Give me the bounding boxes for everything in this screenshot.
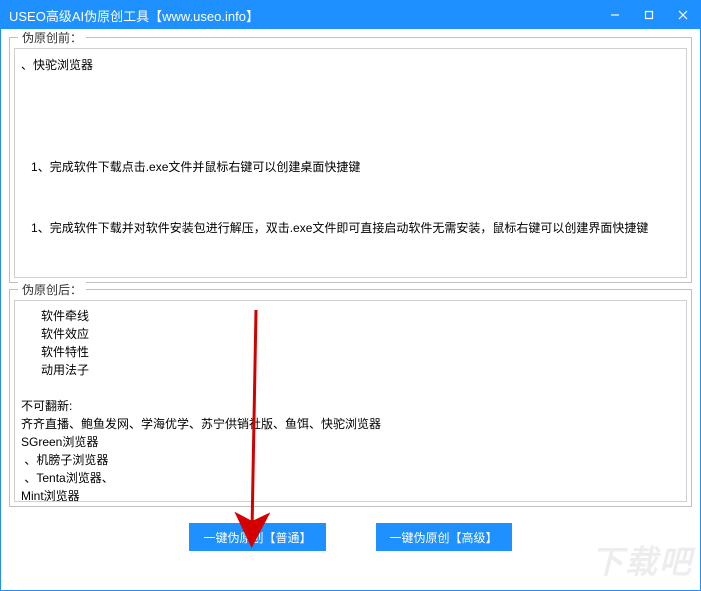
window-controls [598,1,700,29]
content-area: 伪原创前： 、快驼浏览器 1、完成软件下载点击.exe文件并鼠标右键可以创建桌面… [1,29,700,590]
close-button[interactable] [666,1,700,29]
window-title: USEO高级AI伪原创工具【www.useo.info】 [9,6,598,25]
minimize-icon [610,10,620,20]
after-group-label: 伪原创后： [18,281,86,298]
before-group: 伪原创前： 、快驼浏览器 1、完成软件下载点击.exe文件并鼠标右键可以创建桌面… [9,37,692,283]
maximize-button[interactable] [632,1,666,29]
before-group-label: 伪原创前： [18,29,86,46]
button-row: 一键伪原创【普通】 一键伪原创【高级】 [9,513,692,563]
rewrite-normal-button[interactable]: 一键伪原创【普通】 [189,523,325,551]
maximize-icon [644,10,654,20]
after-textbox[interactable]: 软件牵线 软件效应 软件特性 动用法子 不可翻新: 齐齐直播、鲍鱼发网、学海优学… [14,300,687,502]
before-textbox[interactable]: 、快驼浏览器 1、完成软件下载点击.exe文件并鼠标右键可以创建桌面快捷键 1、… [14,48,687,278]
app-window: USEO高级AI伪原创工具【www.useo.info】 伪原创前： 、快驼浏览… [0,0,701,591]
minimize-button[interactable] [598,1,632,29]
rewrite-advanced-button[interactable]: 一键伪原创【高级】 [376,523,512,551]
after-group: 伪原创后： 软件牵线 软件效应 软件特性 动用法子 不可翻新: 齐齐直播、鲍鱼发… [9,289,692,507]
titlebar: USEO高级AI伪原创工具【www.useo.info】 [1,1,700,29]
close-icon [678,10,688,20]
